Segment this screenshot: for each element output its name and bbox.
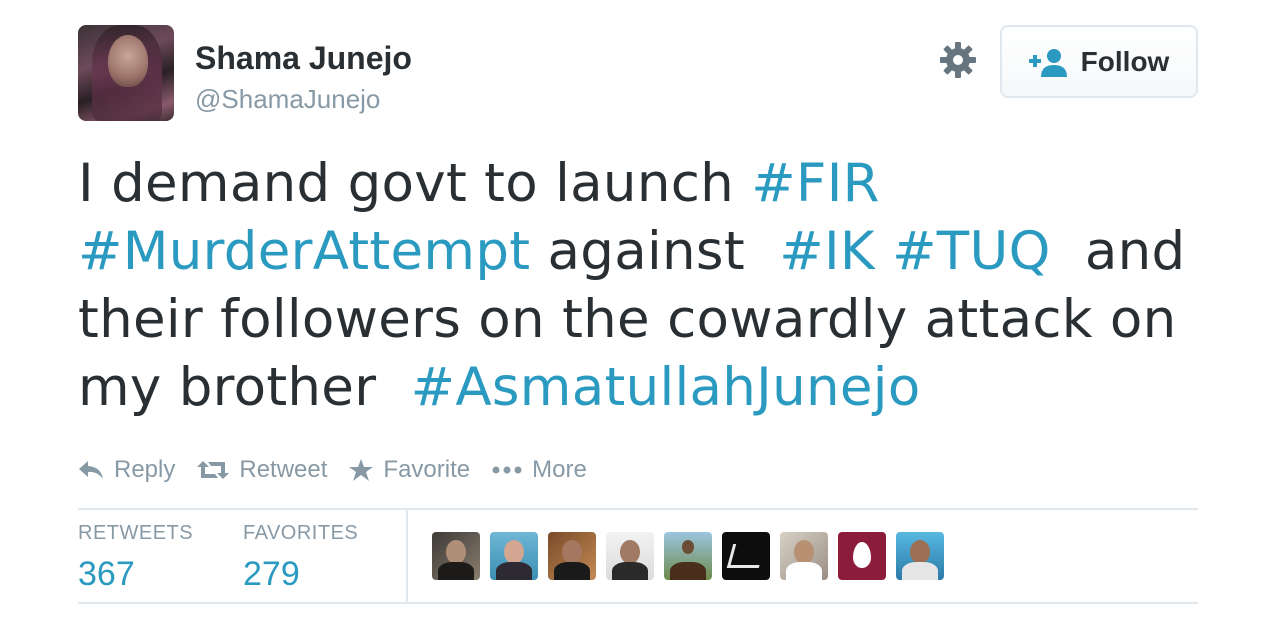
favoriter-avatar[interactable] bbox=[664, 532, 712, 580]
follow-button[interactable]: Follow bbox=[1000, 25, 1198, 98]
author-avatar[interactable] bbox=[78, 25, 174, 121]
retweets-stat[interactable]: RETWEETS 367 bbox=[78, 522, 193, 594]
favorite-label: Favorite bbox=[383, 456, 471, 483]
favoriter-avatar[interactable] bbox=[548, 532, 596, 580]
avatar-face bbox=[108, 35, 148, 87]
favorites-count: 279 bbox=[243, 555, 300, 593]
favoriter-avatar[interactable] bbox=[606, 532, 654, 580]
favoriter-avatar[interactable] bbox=[896, 532, 944, 580]
tweet-text-segment: my brother bbox=[78, 357, 411, 418]
add-user-icon bbox=[1028, 48, 1067, 77]
tweet-text-segment: I demand govt to launch bbox=[78, 153, 752, 214]
favoriter-avatar[interactable] bbox=[838, 532, 886, 580]
gear-icon[interactable] bbox=[938, 40, 978, 80]
reply-label: Reply bbox=[114, 456, 176, 483]
favorite-button[interactable]: Favorite bbox=[349, 456, 470, 484]
more-label: More bbox=[532, 456, 587, 483]
retweet-button[interactable]: Retweet bbox=[197, 456, 327, 484]
hashtag-link[interactable]: #FIR bbox=[751, 153, 880, 214]
tweet-actions: Reply Retweet Favorite More bbox=[78, 452, 609, 488]
hashtag-link[interactable]: #TUQ bbox=[892, 221, 1051, 282]
retweet-icon bbox=[197, 461, 230, 479]
author-full-name[interactable]: Shama Junejo bbox=[195, 40, 412, 77]
hashtag-link[interactable]: #MurderAttempt bbox=[78, 221, 530, 282]
favoriter-avatar[interactable] bbox=[432, 532, 480, 580]
tweet-text-segment: their followers on the cowardly attack o… bbox=[78, 289, 1177, 350]
favorites-label: FAVORITES bbox=[243, 522, 359, 544]
favoriter-avatar[interactable] bbox=[490, 532, 538, 580]
tweet-line-2: #MurderAttempt against #IK #TUQ and bbox=[78, 218, 1198, 286]
stats-divider-bottom bbox=[78, 602, 1198, 604]
author-username[interactable]: @ShamaJunejo bbox=[195, 84, 380, 115]
favoriter-avatar[interactable] bbox=[722, 532, 770, 580]
hashtag-link[interactable]: #AsmatullahJunejo bbox=[411, 357, 921, 418]
tweet-line-4: my brother #AsmatullahJunejo bbox=[78, 354, 1198, 422]
tweet-text: I demand govt to launch #FIR #MurderAtte… bbox=[78, 150, 1198, 422]
tweet-line-1: I demand govt to launch #FIR bbox=[78, 150, 1198, 218]
favorites-stat[interactable]: FAVORITES 279 bbox=[243, 522, 358, 594]
tweet-text-segment: against bbox=[530, 221, 780, 282]
retweet-label: Retweet bbox=[239, 456, 328, 483]
stats-divider-top bbox=[78, 508, 1198, 510]
retweets-label: RETWEETS bbox=[78, 522, 194, 544]
follow-button-label: Follow bbox=[1080, 45, 1170, 77]
more-button[interactable]: More bbox=[492, 456, 587, 484]
favoriter-avatars bbox=[432, 532, 944, 580]
retweets-count: 367 bbox=[78, 555, 135, 593]
tweet-text-space bbox=[875, 221, 892, 282]
hashtag-link[interactable]: #IK bbox=[779, 221, 875, 282]
favoriter-avatar[interactable] bbox=[780, 532, 828, 580]
more-dots-icon bbox=[492, 466, 522, 474]
tweet-line-3: their followers on the cowardly attack o… bbox=[78, 286, 1198, 354]
reply-icon bbox=[79, 461, 103, 479]
reply-button[interactable]: Reply bbox=[78, 456, 175, 484]
tweet-text-segment: and bbox=[1050, 221, 1186, 282]
stats-vertical-divider bbox=[406, 510, 408, 602]
star-icon bbox=[349, 459, 374, 481]
